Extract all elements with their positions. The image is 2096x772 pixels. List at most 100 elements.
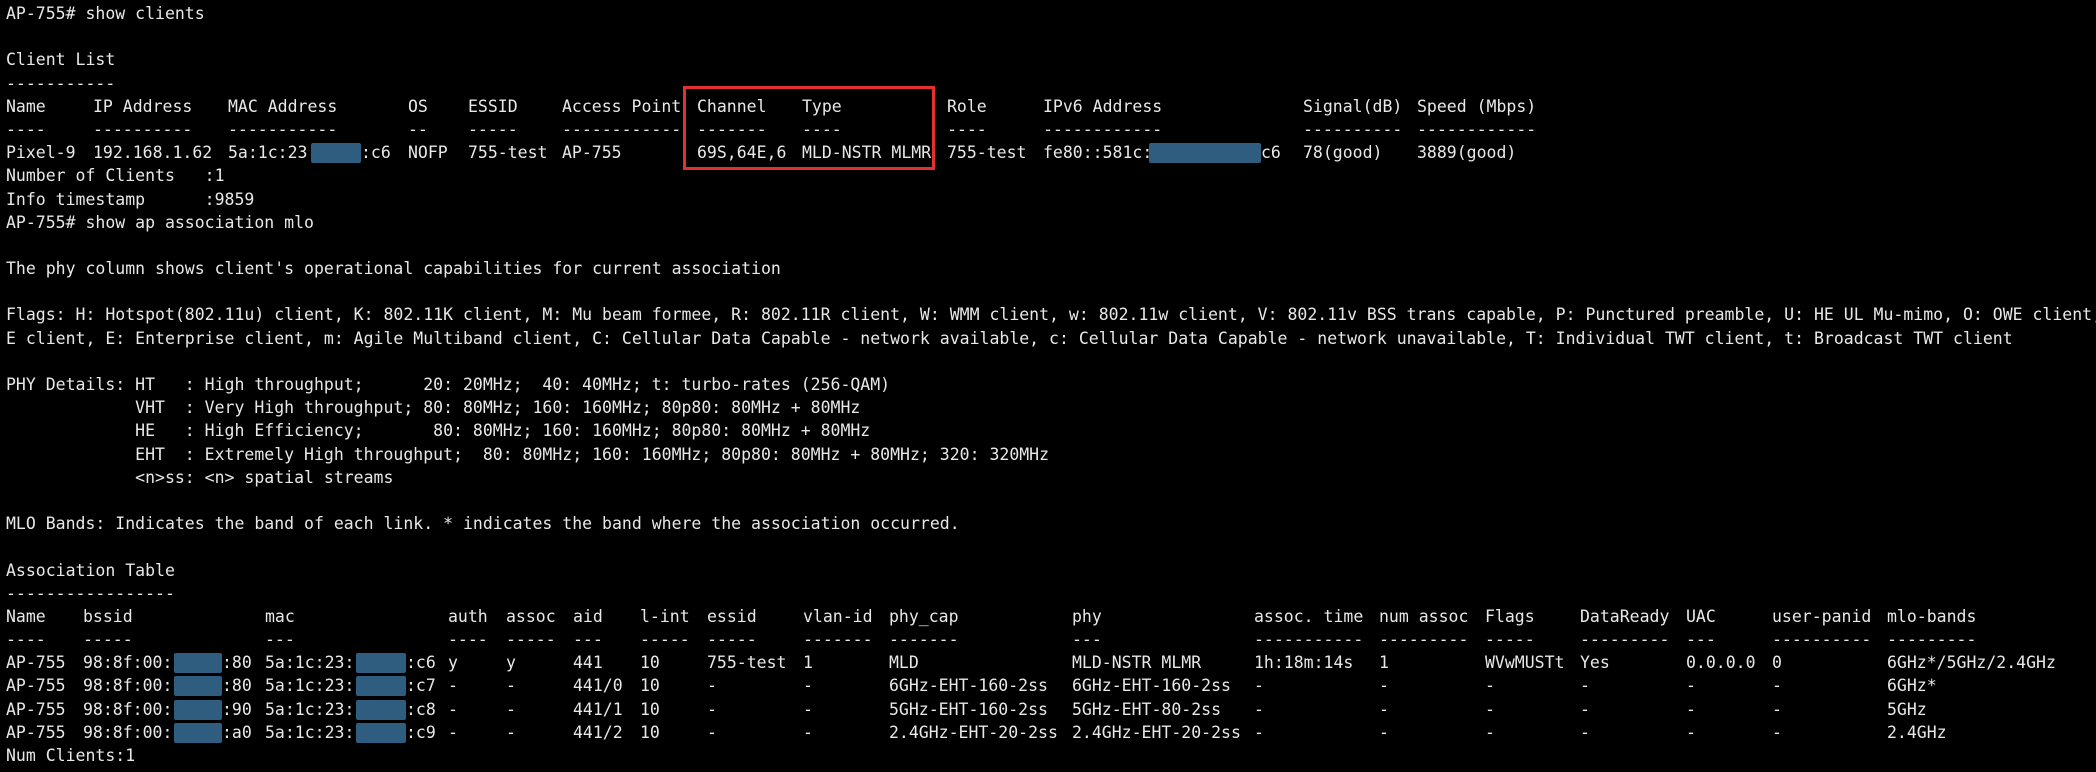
row-l-int: 10: [640, 699, 660, 719]
row-flags: -: [1485, 699, 1495, 719]
row-dataready: -: [1580, 699, 1590, 719]
row-phy: 5GHz-EHT-80-2ss: [1072, 699, 1222, 719]
underline: ----------: [1772, 630, 1872, 650]
row-essid: 755-test: [707, 653, 787, 673]
client-signal: 78(good): [1303, 143, 1383, 163]
redacted-block: [356, 699, 406, 720]
row-auth: -: [448, 722, 458, 742]
underline: -----: [640, 630, 690, 650]
underline: ------------: [562, 119, 682, 139]
association-header-underline: ---- ----- --- ---- ----- --- ----- ----…: [6, 628, 2096, 651]
row-bssid-suffix: :80: [222, 653, 252, 673]
row-name: AP-755: [6, 722, 66, 742]
client-list-header-underline: ---- ---------- ----------- -- ----- ---…: [6, 118, 2096, 141]
underline: ----: [448, 630, 488, 650]
underline: -------: [803, 630, 873, 650]
row-num-assoc: -: [1379, 722, 1389, 742]
header-channel: Channel: [697, 96, 767, 116]
client-essid: 755-test: [468, 143, 548, 163]
underline: ---: [1686, 630, 1716, 650]
phy-details-ss: <n>ss: <n> spatial streams: [6, 467, 394, 487]
row-name: AP-755: [6, 653, 66, 673]
row-vlan-id: 1: [803, 653, 813, 673]
client-list-title: Client List: [6, 50, 116, 70]
header-auth: auth: [448, 606, 488, 626]
redacted-block: [311, 143, 361, 164]
client-ipv6-suffix: c6: [1261, 143, 1281, 163]
command-prompt-show-clients: AP-755# show clients: [6, 4, 205, 23]
row-assoc: -: [506, 699, 516, 719]
row-aid: 441/1: [573, 699, 623, 719]
underline: -----: [707, 630, 757, 650]
row-phy-cap: 2.4GHz-EHT-20-2ss: [889, 722, 1058, 742]
row-mlo-bands: 6GHz*/5GHz/2.4GHz: [1887, 653, 2056, 673]
header-essid: essid: [707, 606, 757, 626]
number-of-clients: Number of Clients :1: [6, 166, 225, 186]
underline: ------------: [1043, 119, 1163, 139]
redacted-block: [356, 653, 406, 674]
flags-line-2: E client, E: Enterprise client, m: Agile…: [6, 328, 2013, 348]
row-dataready: -: [1580, 722, 1590, 742]
header-aid: aid: [573, 606, 603, 626]
client-ip: 192.168.1.62: [93, 143, 213, 163]
client-role: 755-test: [947, 143, 1027, 163]
row-mac-prefix: 5a:1c:23:: [265, 676, 355, 696]
client-os: NOFP: [408, 143, 448, 163]
client-channel: 69S,64E,6: [697, 143, 787, 163]
association-row: AP-755 98:8f:00: :90 5a:1c:23: :c8 - - 4…: [6, 698, 2096, 721]
underline: -----------: [228, 119, 338, 139]
header-flags: Flags: [1485, 606, 1535, 626]
row-mac-suffix: :c7: [406, 676, 436, 696]
underline: -----: [468, 119, 518, 139]
phy-details-eht: EHT : Extremely High throughput; 80: 80M…: [6, 444, 1050, 464]
row-phy-cap: 6GHz-EHT-160-2ss: [889, 676, 1048, 696]
association-header-row: Name bssid mac auth assoc aid l-int essi…: [6, 605, 2096, 628]
header-signal: Signal(dB): [1303, 96, 1403, 116]
header-user-panid: user-panid: [1772, 606, 1872, 626]
row-bssid-suffix: :a0: [222, 722, 252, 742]
row-assoc-time: -: [1254, 676, 1264, 696]
header-num-assoc: num assoc: [1379, 606, 1469, 626]
header-role: Role: [947, 96, 987, 116]
client-ipv6-prefix: fe80::581c:: [1043, 143, 1153, 163]
underline: ---: [1072, 630, 1102, 650]
underline: ----------: [1303, 119, 1403, 139]
underline: ---------: [1887, 630, 1977, 650]
header-access-point: Access Point: [562, 96, 682, 116]
row-bssid-prefix: 98:8f:00:: [83, 653, 173, 673]
row-phy-cap: MLD: [889, 653, 919, 673]
underline: ---------: [1580, 630, 1670, 650]
row-user-panid: -: [1772, 722, 1782, 742]
header-os: OS: [408, 96, 428, 116]
row-dataready: -: [1580, 676, 1590, 696]
terminal-window[interactable]: AP-755# show clients Client List -------…: [0, 0, 2096, 772]
redacted-block: [356, 676, 406, 697]
underline: -----------: [1254, 630, 1364, 650]
row-vlan-id: -: [803, 722, 813, 742]
row-bssid-suffix: :90: [222, 699, 252, 719]
header-mac: mac: [265, 606, 295, 626]
command-prompt-show-association: AP-755# show ap association mlo: [6, 212, 314, 232]
num-clients: Num Clients:1: [6, 746, 136, 765]
row-num-assoc: 1: [1379, 653, 1389, 673]
row-name: AP-755: [6, 676, 66, 696]
header-assoc: assoc: [506, 606, 556, 626]
row-mac-prefix: 5a:1c:23:: [265, 653, 355, 673]
redacted-block: [174, 653, 222, 674]
header-bssid: bssid: [83, 606, 133, 626]
client-speed: 3889(good): [1417, 143, 1517, 163]
row-assoc-time: -: [1254, 699, 1264, 719]
client-list-title-underline: -----------: [6, 73, 116, 93]
row-mac-suffix: :c8: [406, 699, 436, 719]
row-mac-prefix: 5a:1c:23:: [265, 699, 355, 719]
client-mac-suffix: :c6: [361, 143, 391, 163]
phy-details-vht: VHT : Very High throughput; 80: 80MHz; 1…: [6, 398, 861, 418]
row-essid: -: [707, 722, 717, 742]
row-auth: -: [448, 676, 458, 696]
header-essid: ESSID: [468, 96, 518, 116]
mlo-bands-note: MLO Bands: Indicates the band of each li…: [6, 514, 960, 534]
phy-note: The phy column shows client's operationa…: [6, 259, 781, 279]
underline: ---: [573, 630, 603, 650]
